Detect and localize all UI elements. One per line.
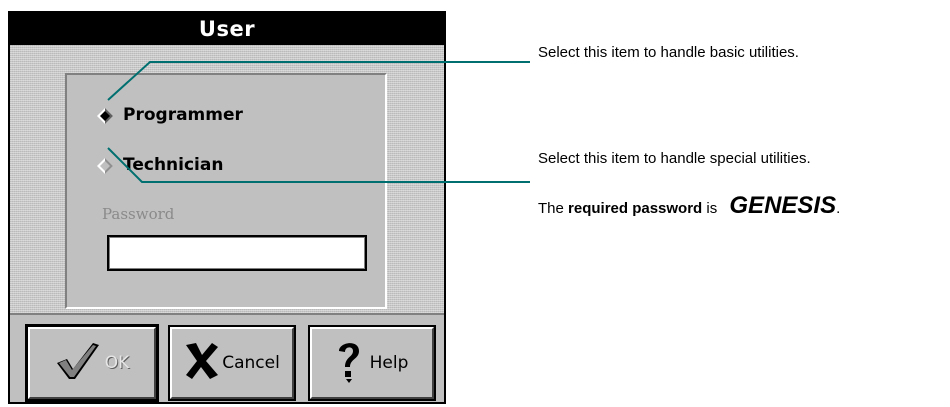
password-callout-prefix: The	[538, 200, 569, 217]
password-callout-middle: is	[702, 200, 722, 217]
password-callout-suffix: .	[836, 200, 841, 217]
technician-callout: Select this item to handle special utili…	[538, 150, 811, 167]
password-callout-password: GENESIS	[729, 192, 837, 219]
programmer-callout: Select this item to handle basic utiliti…	[538, 44, 799, 61]
password-callout-emphasis: required password	[568, 200, 703, 217]
password-callout: The required password is GENESIS.	[538, 192, 840, 220]
programmer-leader-line	[107, 61, 530, 101]
technician-leader-line	[107, 147, 530, 183]
